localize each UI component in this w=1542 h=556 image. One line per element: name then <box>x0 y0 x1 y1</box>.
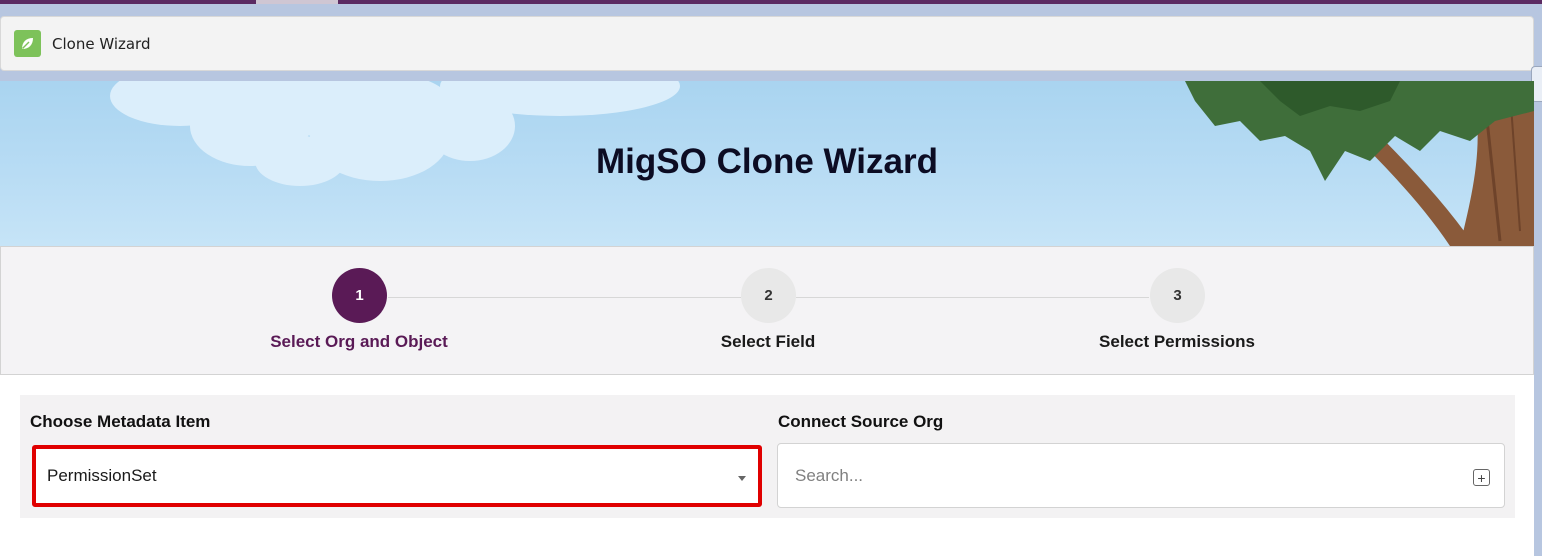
step-2-indicator[interactable]: 2 <box>741 268 796 323</box>
step-connector <box>796 297 1149 298</box>
step-1-indicator[interactable]: 1 <box>332 268 387 323</box>
tab-indicator <box>256 0 338 4</box>
metadata-item-label: Choose Metadata Item <box>30 412 211 431</box>
app-title: Clone Wizard <box>52 34 151 53</box>
banner-title: MigSO Clone Wizard <box>596 142 938 181</box>
add-icon[interactable]: + <box>1473 469 1490 486</box>
step-1-label: Select Org and Object <box>270 332 448 351</box>
source-org-search-box: + <box>777 443 1505 508</box>
step-2-label: Select Field <box>720 332 816 351</box>
source-org-label: Connect Source Org <box>778 412 944 431</box>
app-header: Clone Wizard <box>0 16 1534 71</box>
banner: MigSO Clone Wizard <box>0 81 1534 246</box>
leaf-icon <box>14 30 41 57</box>
step-connector <box>388 297 741 298</box>
progress-steps: 1 2 3 Select Org and Object Select Field… <box>0 246 1534 375</box>
source-org-search-input[interactable] <box>788 456 1448 496</box>
step-3-label: Select Permissions <box>1099 332 1255 351</box>
top-accent-bar <box>0 0 1542 4</box>
metadata-item-value: PermissionSet <box>47 466 157 485</box>
form-panel: Choose Metadata Item PermissionSet Conne… <box>20 395 1515 518</box>
main-content: Choose Metadata Item PermissionSet Conne… <box>0 375 1534 556</box>
step-3-indicator[interactable]: 3 <box>1150 268 1205 323</box>
chevron-down-icon <box>738 476 746 481</box>
metadata-item-select[interactable]: PermissionSet <box>32 445 762 507</box>
